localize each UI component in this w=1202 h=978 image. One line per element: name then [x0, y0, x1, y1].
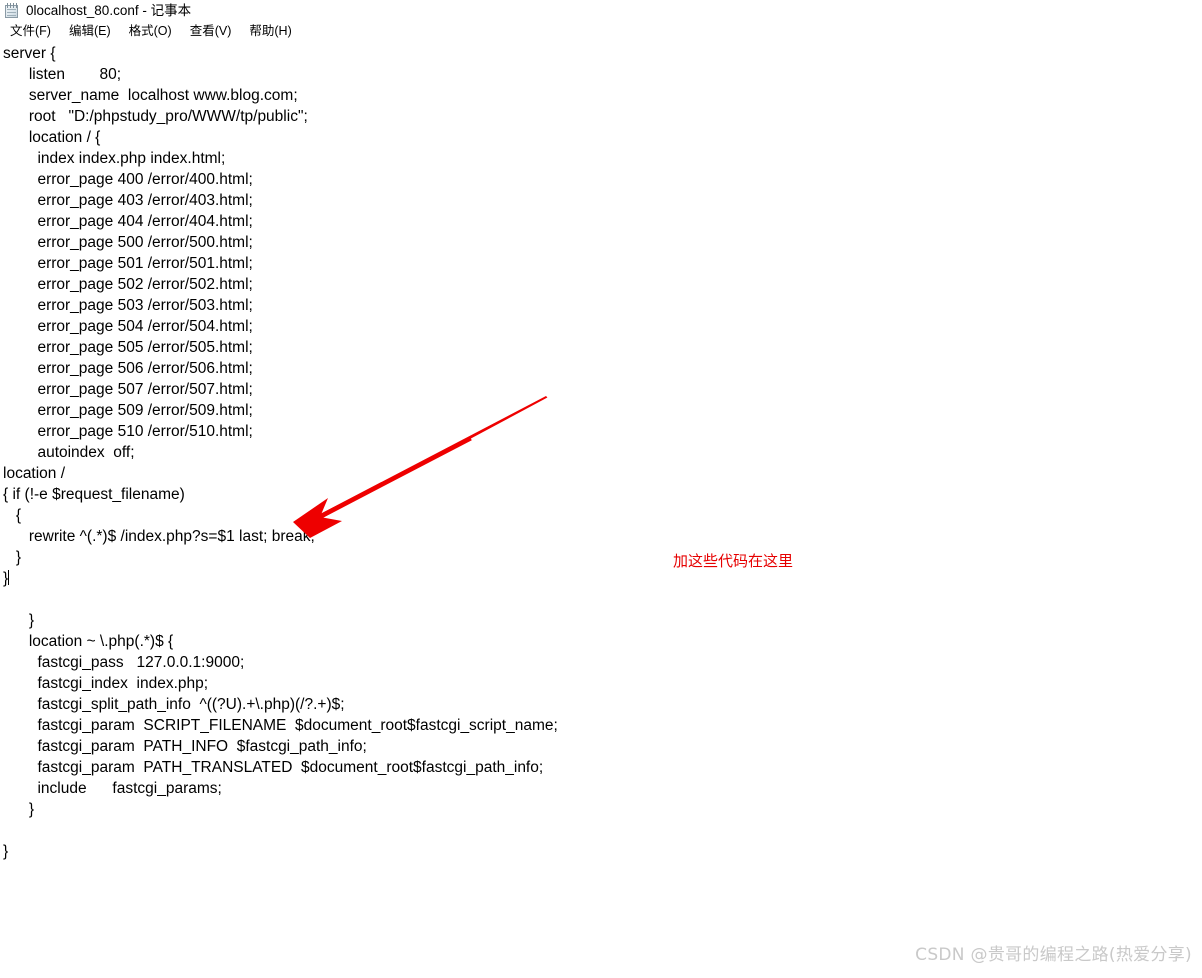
text-caret [8, 570, 10, 585]
code-line: include fastcgi_params; [3, 780, 222, 797]
menu-bar: 文件(F) 编辑(E) 格式(O) 查看(V) 帮助(H) [0, 21, 1202, 42]
code-line: error_page 510 /error/510.html; [3, 423, 253, 440]
code-line: } [3, 843, 9, 860]
code-line: server_name localhost www.blog.com; [3, 87, 298, 104]
code-line: index index.php index.html; [3, 150, 226, 167]
code-line: fastcgi_param SCRIPT_FILENAME $document_… [3, 717, 558, 734]
code-line: location / [3, 465, 66, 482]
config-text-content[interactable]: server { listen 80; server_name localhos… [0, 43, 558, 862]
code-line: error_page 501 /error/501.html; [3, 255, 253, 272]
menu-file[interactable]: 文件(F) [1, 21, 60, 42]
code-line: fastcgi_param PATH_TRANSLATED $document_… [3, 759, 544, 776]
csdn-watermark: CSDN @贵哥的编程之路(热爱分享) [915, 945, 1192, 965]
code-line: error_page 506 /error/506.html; [3, 360, 253, 377]
code-line: } [3, 801, 35, 818]
menu-view[interactable]: 查看(V) [181, 21, 241, 42]
menu-format[interactable]: 格式(O) [120, 21, 181, 42]
code-line: listen 80; [3, 66, 122, 83]
code-line: } [3, 549, 22, 566]
code-line: error_page 403 /error/403.html; [3, 192, 253, 209]
code-line: error_page 509 /error/509.html; [3, 402, 253, 419]
code-line: } [3, 612, 35, 629]
code-line: { [3, 507, 22, 524]
code-line: } [3, 570, 10, 587]
code-line: error_page 504 /error/504.html; [3, 318, 253, 335]
code-line: fastcgi_pass 127.0.0.1:9000; [3, 654, 245, 671]
code-line: error_page 500 /error/500.html; [3, 234, 253, 251]
code-line: error_page 503 /error/503.html; [3, 297, 253, 314]
annotation-note-text: 加这些代码在这里 [673, 552, 794, 570]
code-line: fastcgi_index index.php; [3, 675, 209, 692]
code-line: server { [3, 45, 56, 62]
code-line: error_page 404 /error/404.html; [3, 213, 253, 230]
code-line: root "D:/phpstudy_pro/WWW/tp/public"; [3, 108, 308, 125]
code-line: error_page 505 /error/505.html; [3, 339, 253, 356]
code-line: location / { [3, 129, 101, 146]
text-editing-area[interactable]: server { listen 80; server_name localhos… [0, 43, 1202, 978]
code-line: { if (!-e $request_filename) [3, 486, 185, 503]
code-line: error_page 507 /error/507.html; [3, 381, 253, 398]
menu-edit[interactable]: 编辑(E) [60, 21, 120, 42]
title-bar: 0localhost_80.conf - 记事本 [0, 0, 1202, 21]
code-line: rewrite ^(.*)$ /index.php?s=$1 last; bre… [3, 528, 315, 545]
notepad-icon [4, 2, 20, 19]
code-line: error_page 502 /error/502.html; [3, 276, 253, 293]
window-title: 0localhost_80.conf - 记事本 [26, 3, 192, 18]
code-line: location ~ \.php(.*)$ { [3, 633, 174, 650]
code-line: error_page 400 /error/400.html; [3, 171, 253, 188]
code-line: fastcgi_split_path_info ^((?U).+\.php)(/… [3, 696, 345, 713]
menu-help[interactable]: 帮助(H) [240, 21, 300, 42]
code-line: autoindex off; [3, 444, 135, 461]
code-line: fastcgi_param PATH_INFO $fastcgi_path_in… [3, 738, 367, 755]
